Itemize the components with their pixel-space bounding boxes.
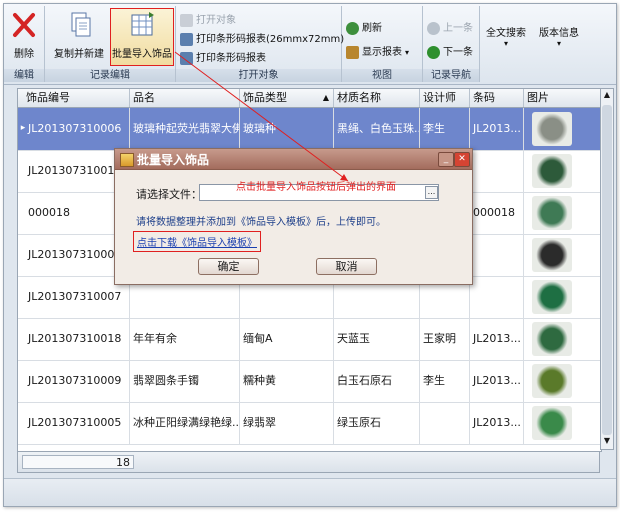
annotation-arrow — [174, 51, 349, 182]
